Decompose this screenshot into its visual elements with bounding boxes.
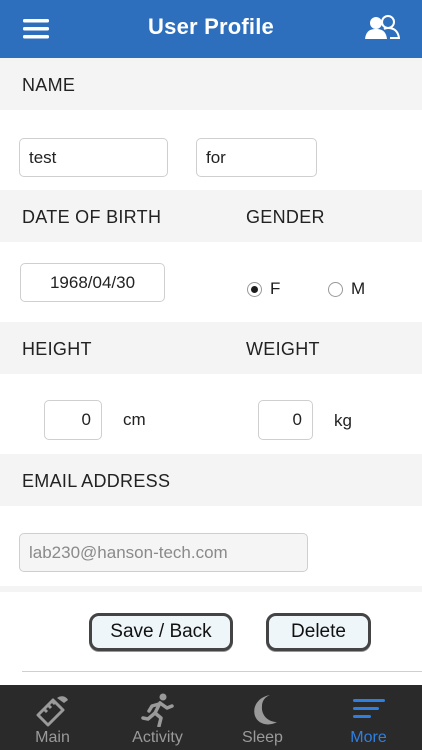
tab-main[interactable]: Main: [0, 685, 105, 750]
tab-more-label: More: [350, 729, 387, 746]
page-title: User Profile: [148, 14, 274, 39]
gender-label: GENDER: [246, 207, 325, 227]
dob-label: DATE OF BIRTH: [22, 207, 162, 227]
height-unit: cm: [123, 410, 146, 429]
header-bar: User Profile: [0, 0, 422, 58]
weight-label: WEIGHT: [246, 339, 320, 359]
tab-main-label: Main: [35, 729, 70, 746]
gender-option-m-label: M: [351, 279, 366, 298]
name-label: NAME: [22, 75, 76, 95]
moon-icon: [253, 695, 277, 725]
first-name-input[interactable]: [19, 138, 168, 177]
gender-option-f-label: F: [270, 279, 281, 298]
ruler-shoe-icon: [36, 696, 68, 727]
email-field: [19, 533, 308, 572]
radio-unselected-icon: [328, 281, 343, 297]
last-name-input[interactable]: [196, 138, 317, 177]
delete-button[interactable]: Delete: [266, 613, 371, 651]
weight-unit: kg: [334, 411, 352, 430]
radio-selected-icon: [247, 281, 262, 297]
email-label: EMAIL ADDRESS: [22, 471, 171, 491]
more-lines-icon: [352, 699, 385, 718]
tab-sleep[interactable]: Sleep: [210, 685, 315, 750]
height-label: HEIGHT: [22, 339, 92, 359]
date-of-birth-field[interactable]: [20, 263, 165, 302]
weight-input[interactable]: [258, 400, 313, 440]
save-back-button[interactable]: Save / Back: [89, 613, 233, 651]
divider: [22, 671, 422, 672]
tab-activity[interactable]: Activity: [105, 685, 210, 750]
tab-more[interactable]: More: [316, 685, 421, 750]
gender-radio-m[interactable]: M: [328, 279, 365, 299]
users-button[interactable]: [364, 14, 401, 42]
tab-sleep-label: Sleep: [242, 729, 283, 746]
tab-activity-label: Activity: [132, 729, 183, 746]
gender-radio-f[interactable]: F: [247, 279, 280, 299]
section-separator: [0, 586, 422, 592]
height-input[interactable]: [44, 400, 102, 440]
users-icon: [365, 15, 401, 39]
tab-bar: Main Activity Sleep More: [0, 685, 422, 750]
running-person-icon: [140, 693, 174, 727]
